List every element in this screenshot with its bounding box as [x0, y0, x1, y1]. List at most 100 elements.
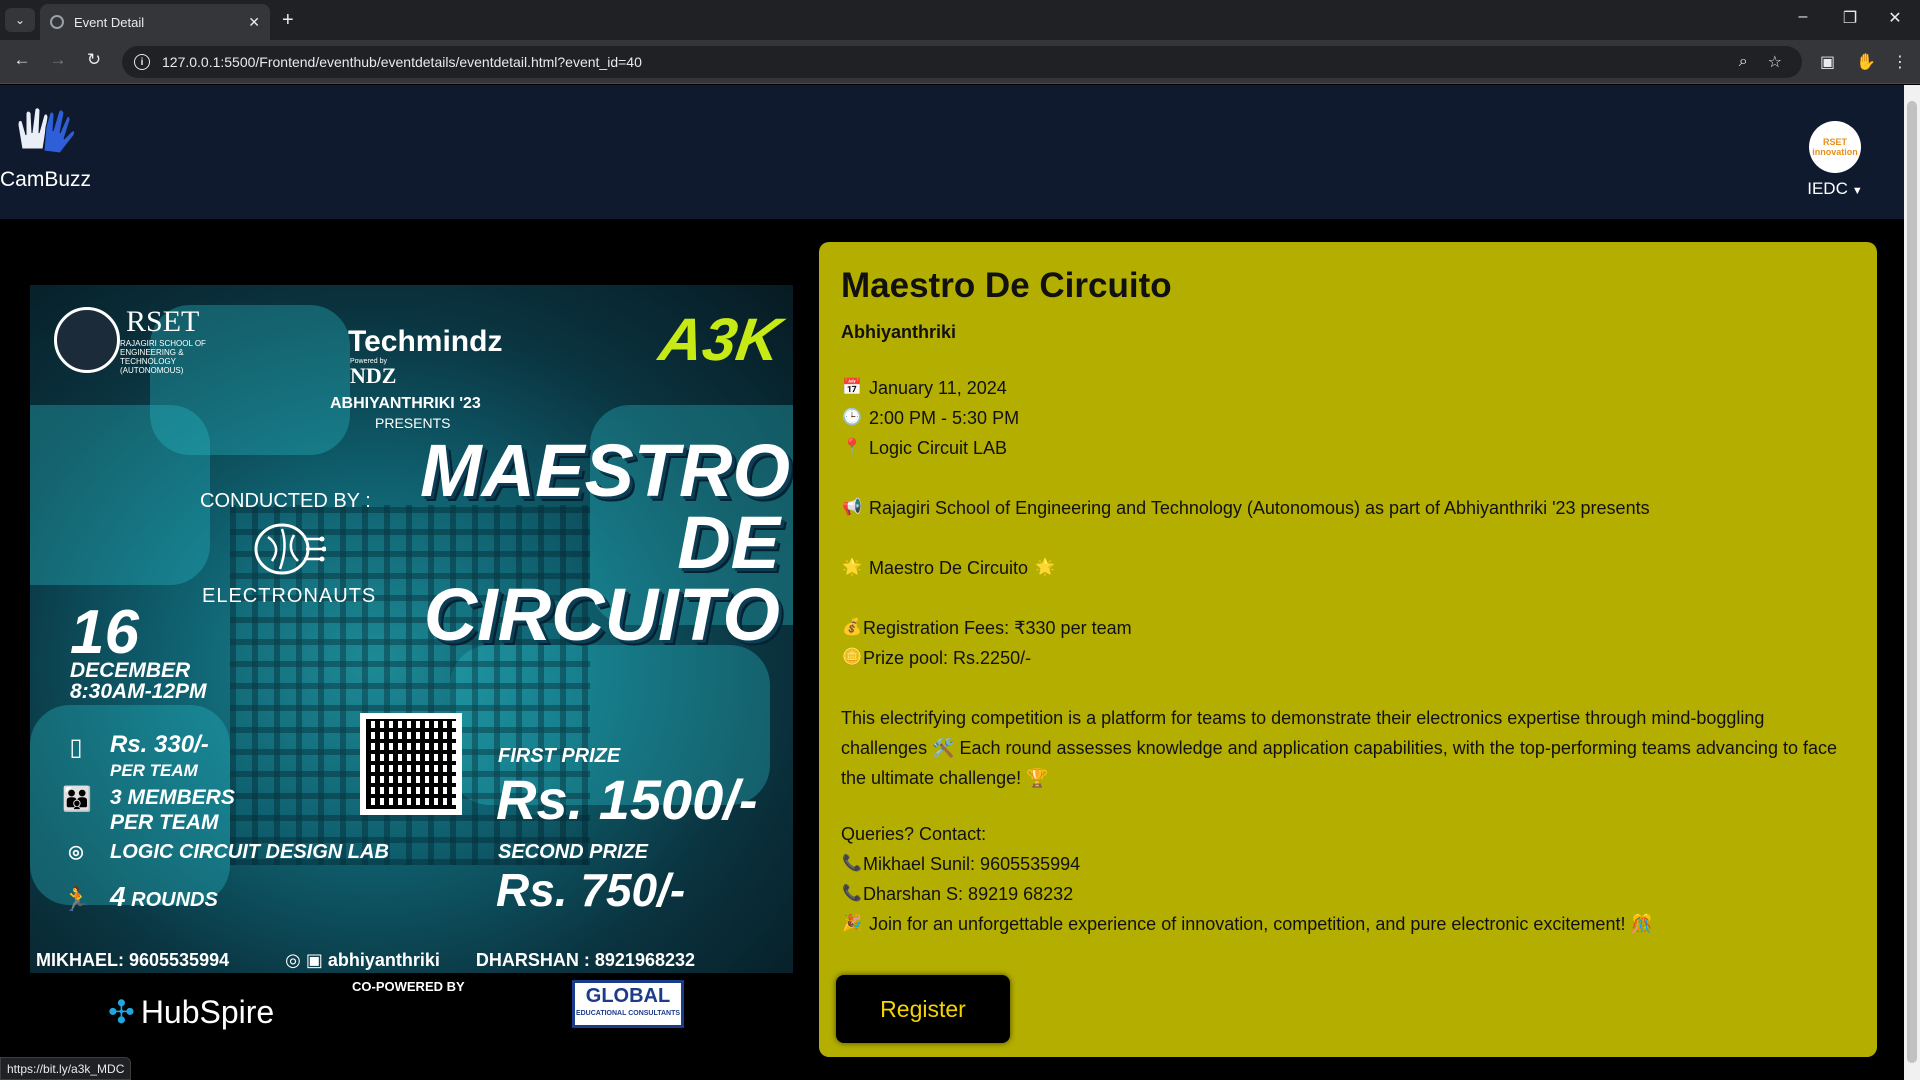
event-name-row: 🌟 Maestro De Circuito 🌟 — [841, 553, 1855, 583]
event-prize-row: 🪙 Prize pool: Rs.2250/- — [841, 643, 1855, 673]
copowered-label: CO-POWERED BY — [352, 979, 465, 994]
new-tab-icon[interactable]: + — [282, 8, 294, 32]
brand-name: CamBuzz — [0, 168, 92, 191]
event-date-row: 📅 January 11, 2024 — [841, 373, 1855, 403]
event-details-panel: Maestro De Circuito Abhiyanthriki 📅 Janua… — [819, 242, 1877, 1057]
sponsor-row: ✣ HubSpire CO-POWERED BY GLOBAL EDUCATIONA… — [30, 973, 793, 1053]
tab-close-icon[interactable]: ✕ — [248, 14, 260, 31]
poster-fee-text: Rs. 330/- — [110, 731, 209, 758]
a3k-logo: A3K — [655, 306, 785, 373]
tab-title: Event Detail — [74, 14, 145, 30]
restore-icon[interactable]: ❐ — [1835, 8, 1865, 28]
org-avatar[interactable]: RSET innovation — [1809, 121, 1861, 173]
url-text[interactable]: 127.0.0.1:5500/Frontend/eventhub/eventde… — [162, 54, 1739, 70]
poster-title-line: CIRCUITO — [423, 573, 780, 656]
phone-icon: 📞 — [842, 855, 862, 872]
hubspire-text: HubSpire — [140, 993, 275, 1030]
scrollbar-thumb[interactable] — [1907, 101, 1917, 1063]
techmindz-logo: Techmindz — [348, 325, 503, 358]
tab-search-chevron-icon[interactable]: ⌄ — [5, 8, 35, 32]
org-profile-menu[interactable]: RSET innovation IEDC ▼ — [1800, 121, 1870, 199]
poster-date-month: DECEMBER — [70, 659, 191, 682]
contact-row: 📞 Mikhael Sunil: 9605535994 — [841, 849, 1855, 879]
hands-logo-icon — [17, 107, 76, 154]
poster-date: DECEMBER 8:30AM-12PM — [70, 660, 207, 702]
qr-code — [360, 713, 462, 815]
zoom-icon[interactable]: ⌕ — [1739, 53, 1748, 71]
register-button[interactable]: Register — [836, 975, 1010, 1043]
wallet-icon: ▯ — [69, 734, 83, 761]
event-poster: RSET RAJAGIRI SCHOOL OF ENGINEERING & TE… — [30, 285, 793, 973]
caret-down-icon: ▼ — [1851, 185, 1863, 197]
sparkle-icon: 🌟 — [842, 559, 862, 576]
linkedin-icon: ▣ — [305, 949, 323, 970]
poster-members-sub: PER TEAM — [110, 811, 219, 834]
event-time-row: 🕒 2:00 PM - 5:30 PM — [841, 403, 1855, 433]
event-time: 2:00 PM - 5:30 PM — [869, 408, 1020, 428]
event-description: This electrifying competition is a platf… — [841, 708, 1837, 788]
global-logo: GLOBAL EDUCATIONAL CONSULTANTS — [572, 980, 684, 1028]
poster-conducted-by: CONDUCTED BY : — [200, 490, 371, 512]
instagram-icon: ◎ — [285, 949, 301, 970]
poster-first-prize: Rs. 1500/- — [496, 768, 758, 831]
brand-link[interactable]: CamBuzz — [0, 105, 92, 192]
clock-icon: 🕒 — [842, 409, 862, 426]
poster-first-prize-label: FIRST PRIZE — [498, 745, 621, 767]
bookmark-star-icon[interactable]: ☆ — [1768, 52, 1782, 72]
contact-row: 📞 Dharshan S: 89219 68232 — [841, 879, 1855, 909]
poster-electronauts: ELECTRONAUTS — [202, 585, 377, 607]
browser-toolbar: ← → ↻ i 127.0.0.1:5500/Frontend/eventhub… — [0, 40, 1920, 84]
site-header: CamBuzz RSET innovation IEDC ▼ — [0, 85, 1904, 219]
hubspire-icon: ✣ — [108, 994, 135, 1030]
poster-venue: ⌾ LOGIC CIRCUIT DESIGN LAB — [62, 840, 389, 868]
poster-rounds: 🏃 4 ROUNDS — [62, 883, 218, 914]
event-fees-row: 💰 Registration Fees: ₹330 per team — [841, 613, 1855, 643]
event-title: Maestro De Circuito — [841, 266, 1172, 305]
poster-footer: MIKHAEL: 9605535994 ◎ ▣ abhiyanthriki DH… — [30, 947, 793, 973]
calendar-icon: 📅 — [842, 379, 862, 396]
event-venue-row: 📍 Logic Circuit LAB — [841, 433, 1855, 463]
rset-text: RSET — [126, 305, 200, 338]
megaphone-icon: 📢 — [842, 499, 862, 516]
contact-2: Dharshan S: 89219 68232 — [863, 884, 1074, 904]
browser-tab-bar: ⌄ Event Detail ✕ + – ❐ ✕ — [0, 0, 1920, 40]
ndz-logo: NDZ — [350, 363, 397, 388]
event-intro-row: 📢 Rajagiri School of Engineering and Tech… — [841, 493, 1855, 523]
poster-venue-text: LOGIC CIRCUIT DESIGN LAB — [110, 841, 389, 863]
org-dropdown[interactable]: IEDC ▼ — [1800, 179, 1870, 199]
event-intro: Rajagiri School of Engineering and Techn… — [869, 498, 1650, 518]
window-close-icon[interactable]: ✕ — [1880, 8, 1910, 28]
page-scrollbar[interactable] — [1904, 85, 1920, 1080]
address-bar[interactable]: i 127.0.0.1:5500/Frontend/eventhub/event… — [122, 46, 1802, 78]
money-bag-icon: 💰 — [842, 619, 862, 636]
menu-kebab-icon[interactable]: ⋮ — [1892, 52, 1908, 72]
extension-icon[interactable]: ✋ — [1856, 52, 1876, 72]
global-subtext: EDUCATIONAL CONSULTANTS — [575, 1010, 681, 1017]
coin-icon: 🪙 — [842, 649, 862, 666]
event-venue: Logic Circuit LAB — [869, 438, 1008, 458]
minimize-icon[interactable]: – — [1788, 8, 1818, 26]
event-date: January 11, 2024 — [869, 378, 1007, 398]
party-popper-icon: 🎉 — [842, 915, 862, 932]
poster-abhiyanthriki: ABHIYANTHRIKI '23 — [330, 395, 481, 412]
poster-fee-sub: PER TEAM — [110, 761, 198, 780]
event-prize: Prize pool: Rs.2250/- — [863, 648, 1032, 668]
people-icon: 👪 — [62, 786, 92, 813]
runner-icon: 🏃 — [62, 886, 92, 913]
global-text: GLOBAL — [585, 985, 671, 1007]
side-panel-icon[interactable]: ▣ — [1820, 52, 1835, 72]
queries-label: Queries? Contact: — [841, 824, 987, 844]
forward-icon[interactable]: → — [46, 50, 70, 70]
globe-icon — [50, 15, 64, 29]
electronauts-brain-icon — [254, 523, 326, 575]
poster-members-text: 3 MEMBERS — [110, 786, 235, 809]
back-icon[interactable]: ← — [10, 50, 34, 70]
browser-tab[interactable]: Event Detail ✕ — [40, 4, 270, 40]
reload-icon[interactable]: ↻ — [82, 50, 106, 70]
poster-second-prize: Rs. 750/- — [496, 864, 686, 916]
poster-title-line: DE — [677, 501, 780, 584]
rset-seal-icon — [54, 307, 120, 373]
site-info-icon[interactable]: i — [134, 54, 150, 70]
poster-date-day: 16 — [70, 598, 139, 667]
poster-rounds-num: 4 — [110, 881, 126, 912]
